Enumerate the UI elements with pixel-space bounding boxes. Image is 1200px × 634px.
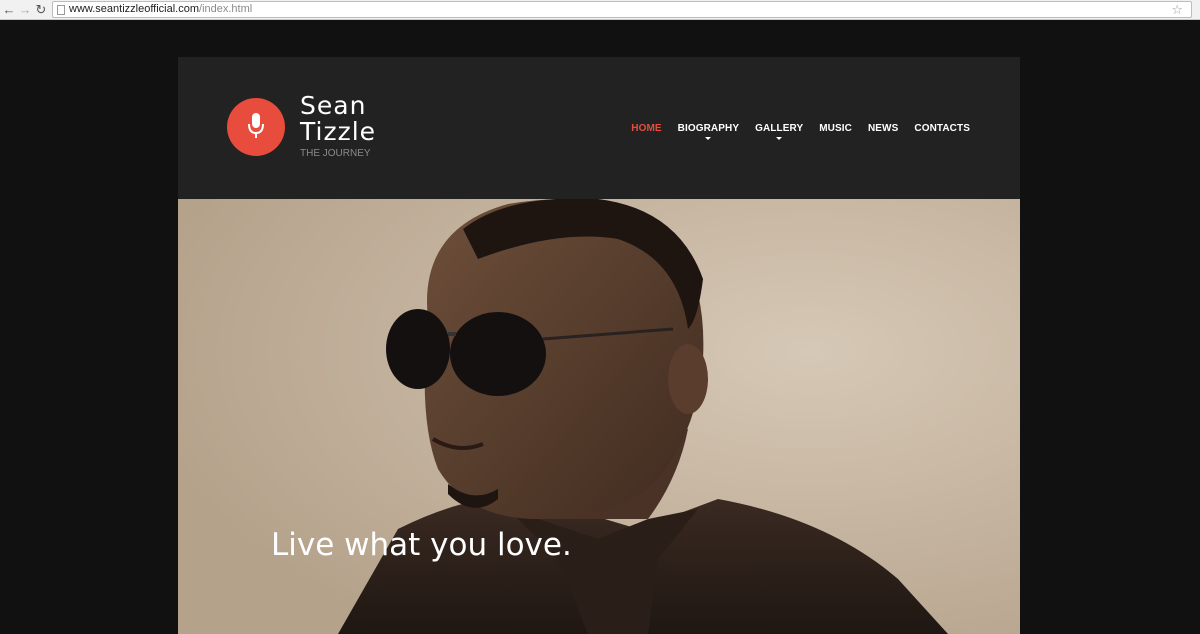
caret-down-icon bbox=[776, 137, 783, 140]
brand-tagline: THE JOURNEY bbox=[300, 148, 371, 159]
nav-item-news[interactable]: NEWS bbox=[868, 123, 898, 135]
back-arrow-icon[interactable]: ← bbox=[1, 2, 17, 18]
main-nav: HOME BIOGRAPHY GALLERY MUSIC NEWS CONTAC… bbox=[631, 123, 970, 140]
bookmark-star-icon[interactable]: ☆ bbox=[1171, 2, 1183, 17]
nav-item-music[interactable]: MUSIC bbox=[819, 123, 852, 135]
nav-item-label: GALLERY bbox=[755, 123, 804, 134]
nav-item-label: BIOGRAPHY bbox=[677, 123, 740, 134]
nav-item-biography[interactable]: BIOGRAPHY bbox=[677, 123, 740, 140]
caret-down-icon bbox=[705, 137, 712, 140]
nav-item-contacts[interactable]: CONTACTS bbox=[914, 123, 970, 135]
nav-item-home[interactable]: HOME bbox=[631, 123, 661, 135]
logo[interactable] bbox=[227, 98, 285, 156]
nav-item-gallery[interactable]: GALLERY bbox=[755, 123, 804, 140]
hero-portrait-image bbox=[178, 199, 1020, 634]
url-path: /index.html bbox=[199, 3, 253, 15]
hero-headline: Live what you love. bbox=[271, 527, 572, 563]
reload-icon[interactable]: ↻ bbox=[33, 2, 49, 18]
url-domain: www.seantizzleofficial.com bbox=[69, 3, 200, 15]
page-icon bbox=[57, 5, 65, 15]
address-bar[interactable]: www.seantizzleofficial.com/index.html ☆ bbox=[52, 1, 1192, 18]
site-container: Sean Tizzle THE JOURNEY HOME BIOGRAPHY G… bbox=[178, 57, 1020, 634]
hero-banner: Live what you love. bbox=[178, 199, 1020, 634]
microphone-icon bbox=[248, 113, 264, 138]
forward-arrow-icon[interactable]: → bbox=[17, 2, 33, 18]
site-header: Sean Tizzle THE JOURNEY HOME BIOGRAPHY G… bbox=[178, 57, 1020, 199]
brand-name[interactable]: Sean Tizzle bbox=[300, 93, 420, 145]
browser-toolbar: ← → ↻ www.seantizzleofficial.com/index.h… bbox=[0, 0, 1200, 20]
